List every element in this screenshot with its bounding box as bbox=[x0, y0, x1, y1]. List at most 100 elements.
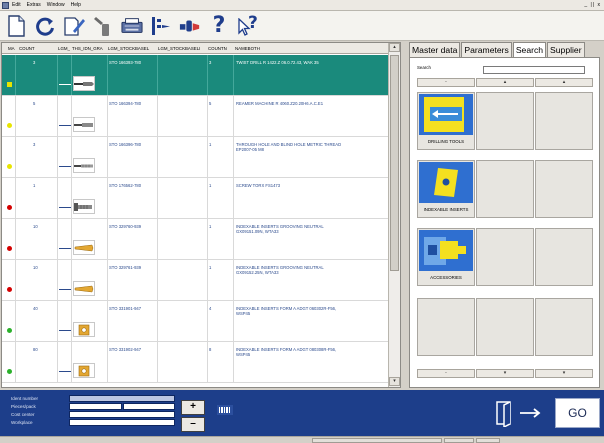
row-count: 80 bbox=[33, 347, 38, 352]
status-segment bbox=[476, 438, 500, 443]
increment-button[interactable]: + bbox=[181, 400, 205, 415]
status-indicator bbox=[7, 246, 12, 251]
category-label: ACCESSORIES bbox=[430, 275, 462, 280]
category-drilling-tools[interactable]: DRILLING TOOLS bbox=[417, 92, 475, 150]
accessories-icon bbox=[418, 229, 474, 272]
menu-window[interactable]: Window bbox=[47, 2, 65, 8]
scroll-up-arrow[interactable]: ▴ bbox=[389, 43, 400, 52]
row-count-n: 1 bbox=[209, 183, 212, 188]
menu-help[interactable]: Help bbox=[71, 2, 81, 8]
nav-button-col2-bottom[interactable]: ▾ bbox=[476, 369, 534, 378]
col-header-stockbaseli[interactable]: LGM_STOCKBASELI bbox=[158, 46, 207, 51]
tool-assembly-icon[interactable] bbox=[150, 14, 172, 38]
status-indicator bbox=[7, 287, 12, 292]
printer-icon[interactable] bbox=[121, 14, 143, 38]
exit-icon[interactable] bbox=[494, 399, 546, 429]
edit-document-icon[interactable] bbox=[63, 14, 85, 38]
indexable-inserts-icon bbox=[418, 161, 474, 204]
row-name: INDEXABLE INSERTS GROOVING NEUTRAL GX091… bbox=[236, 265, 324, 275]
table-row[interactable]: 10 STO 329761-939 1 INDEXABLE INSERTS GR… bbox=[2, 260, 388, 301]
table-row[interactable]: 5 STO 166394-780 5 REAMER MACHINE R 4060… bbox=[2, 96, 388, 137]
decrement-button[interactable]: – bbox=[181, 417, 205, 432]
col-header-ma[interactable]: MA bbox=[8, 46, 15, 51]
col-header-lgm[interactable]: LGM_ bbox=[58, 46, 70, 51]
category-empty bbox=[476, 160, 534, 218]
row-count: 3 bbox=[33, 142, 36, 147]
nav-button-col1-top[interactable]: - bbox=[417, 78, 475, 87]
tab-parameters[interactable]: Parameters bbox=[461, 42, 512, 57]
table-row[interactable]: 3 STO 166393-780 3 TWIST DRILL R 1422.Z … bbox=[2, 55, 388, 96]
category-empty bbox=[535, 298, 593, 356]
cost-center-field[interactable] bbox=[69, 411, 175, 418]
status-indicator bbox=[7, 369, 12, 374]
status-indicator bbox=[7, 164, 12, 169]
pieces-field[interactable] bbox=[69, 403, 122, 410]
scroll-down-arrow[interactable]: ▾ bbox=[389, 377, 400, 386]
row-count-n: 1 bbox=[209, 265, 212, 270]
col-header-countn[interactable]: COUNTN bbox=[208, 46, 233, 51]
row-count: 10 bbox=[33, 265, 38, 270]
window-controls[interactable]: _ || x bbox=[584, 2, 601, 8]
tab-master-data[interactable]: Master data bbox=[409, 42, 461, 57]
row-stock-number: STO 176562-780 bbox=[109, 183, 142, 188]
table-row[interactable]: 40 STO 331901-947 4 INDEXABLE INSERTS FO… bbox=[2, 301, 388, 342]
row-count: 5 bbox=[33, 101, 36, 106]
ident-number-field[interactable] bbox=[69, 395, 175, 402]
workplace-field[interactable] bbox=[69, 419, 175, 426]
col-header-nameboth[interactable]: NAMEBOTH bbox=[235, 46, 260, 51]
cutting-tool-icon[interactable] bbox=[179, 14, 201, 38]
row-stock-number: STO 331901-947 bbox=[109, 306, 142, 311]
table-row[interactable]: 1 STO 176562-780 1 SCREW TORX FS1473 bbox=[2, 178, 388, 219]
nav-button-col3-bottom[interactable]: ▾ bbox=[535, 369, 593, 378]
refresh-icon[interactable] bbox=[34, 14, 56, 38]
row-divider-mark bbox=[59, 330, 71, 331]
table-row[interactable]: 10 STO 329760-939 1 INDEXABLE INSERTS GR… bbox=[2, 219, 388, 260]
search-input[interactable] bbox=[483, 66, 585, 74]
grid-scrollbar[interactable]: ▴ ▾ bbox=[388, 43, 400, 387]
grooving-insert-thumbnail bbox=[73, 240, 95, 255]
row-count: 10 bbox=[33, 224, 38, 229]
drill-thumbnail bbox=[73, 76, 95, 91]
help-pointer-icon[interactable]: ? bbox=[237, 13, 259, 38]
row-stock-number: STO 166396-780 bbox=[109, 142, 142, 147]
nav-button-col3-top[interactable]: ▴ bbox=[535, 78, 593, 87]
row-divider-mark bbox=[59, 207, 71, 208]
bottom-action-bar: Ident number Pieces/pack Cost center Wor… bbox=[0, 390, 604, 436]
barcode-icon[interactable] bbox=[217, 404, 233, 416]
bottle-icon[interactable] bbox=[92, 14, 114, 38]
category-empty bbox=[476, 228, 534, 286]
pack-field[interactable] bbox=[123, 403, 175, 410]
ident-number-label: Ident number bbox=[11, 396, 39, 401]
nav-button-col2-top[interactable]: ▴ bbox=[476, 78, 534, 87]
status-bar bbox=[0, 436, 604, 443]
new-document-icon[interactable] bbox=[5, 14, 27, 38]
scroll-thumb[interactable] bbox=[390, 55, 399, 271]
menu-edit[interactable]: Edit bbox=[12, 2, 21, 8]
nav-button-col1-bottom[interactable]: - bbox=[417, 369, 475, 378]
row-name: INDEXABLE INSERTS GROOVING NEUTRAL GX091… bbox=[236, 224, 324, 234]
row-count-n: 4 bbox=[209, 306, 212, 311]
col-header-stockbasel[interactable]: LGM_STOCKBASEL bbox=[108, 46, 157, 51]
table-row[interactable]: 80 STO 331902-947 8 INDEXABLE INSERTS FO… bbox=[2, 342, 388, 383]
table-row[interactable]: 3 STO 166396-780 1 THROUGH HOLE AND BLIN… bbox=[2, 137, 388, 178]
screw-thumbnail bbox=[73, 199, 95, 214]
col-header-count[interactable]: COUNT bbox=[19, 46, 35, 51]
category-empty bbox=[476, 298, 534, 356]
row-name: INDEXABLE INSERTS FORM A ADGT 080308R-F5… bbox=[236, 347, 337, 357]
menu-extras[interactable]: Extras bbox=[27, 2, 41, 8]
tab-supplier[interactable]: Supplier bbox=[547, 42, 585, 57]
status-segment bbox=[444, 438, 474, 443]
category-accessories[interactable]: ACCESSORIES bbox=[417, 228, 475, 286]
row-stock-number: STO 166393-780 bbox=[109, 60, 142, 65]
row-divider-mark bbox=[59, 166, 71, 167]
insert-form-a-thumbnail bbox=[73, 363, 95, 378]
category-indexable-inserts[interactable]: INDEXABLE INSERTS bbox=[417, 160, 475, 218]
status-indicator bbox=[7, 328, 12, 333]
help-question-icon[interactable]: ? bbox=[208, 13, 230, 38]
tab-search[interactable]: Search bbox=[512, 42, 547, 57]
col-header-ths-idn[interactable]: THS_IDN_GRA bbox=[72, 46, 108, 51]
search-label: Search bbox=[417, 65, 431, 70]
go-button[interactable]: GO bbox=[555, 398, 600, 428]
grid-header: MA COUNT LGM_ THS_IDN_GRA LGM_STOCKBASEL… bbox=[2, 43, 388, 54]
workplace-label: Workplace bbox=[11, 420, 33, 425]
